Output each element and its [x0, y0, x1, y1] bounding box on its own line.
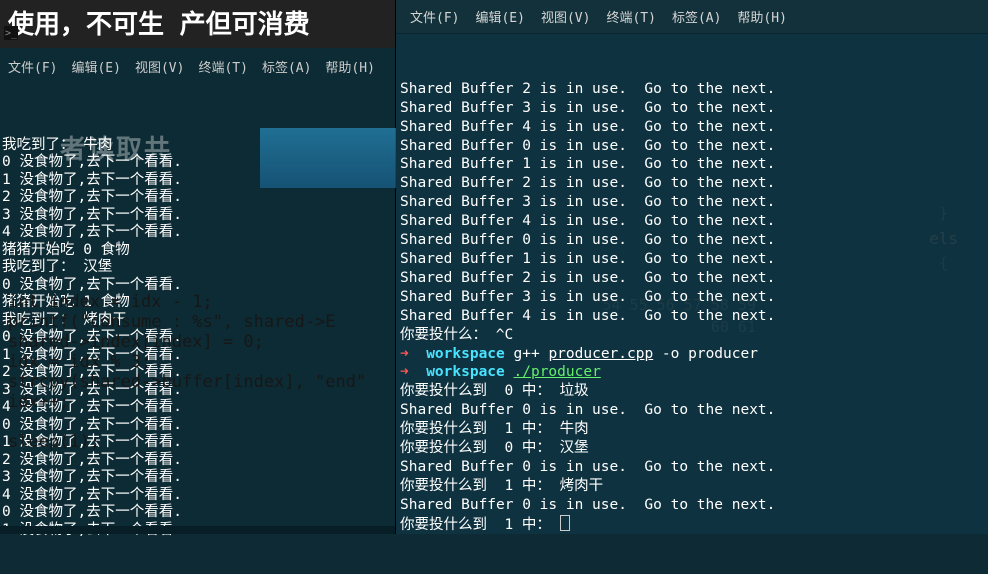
- terminal-line: 猪猪开始吃 0 食物: [2, 242, 393, 260]
- terminal-line: 3 没食物了,去下一个看看.: [2, 469, 393, 487]
- terminal-line: 你要投什么到 0 中： 汉堡: [400, 439, 984, 458]
- terminal-line: 你要投什么到 1 中： 牛肉: [400, 420, 984, 439]
- terminal-line: 3 没食物了,去下一个看看.: [2, 382, 393, 400]
- terminal-line: Shared Buffer 0 is in use. Go to the nex…: [400, 137, 984, 156]
- menu-terminal[interactable]: 终端(T): [198, 57, 247, 76]
- menu-file[interactable]: 文件(F): [8, 57, 57, 76]
- terminal-line: 你要投什么： ^C: [400, 326, 984, 345]
- menu-help[interactable]: 帮助(H): [325, 57, 374, 76]
- menu-view[interactable]: 视图(V): [135, 57, 184, 76]
- terminal-line: 2 没食物了,去下一个看看.: [2, 364, 393, 382]
- terminal-line: Shared Buffer 2 is in use. Go to the nex…: [400, 174, 984, 193]
- terminal-line: 猪猪开始吃 1 食物: [2, 294, 393, 312]
- prompt-cwd: workspace: [426, 364, 505, 380]
- terminal-line: Shared Buffer 4 is in use. Go to the nex…: [400, 118, 984, 137]
- left-terminal-body[interactable]: 者读取共 int index = idx - 1; printf("consum…: [0, 80, 395, 534]
- right-terminal-window: 文件(F) 编辑(E) 视图(V) 终端(T) 标签(A) 帮助(H) } el…: [396, 0, 988, 534]
- terminal-line: Shared Buffer 2 is in use. Go to the nex…: [400, 269, 984, 288]
- terminal-line: 4 没食物了,去下一个看看.: [2, 487, 393, 505]
- terminal-line: 1 没食物了,去下一个看看.: [2, 347, 393, 365]
- terminal-line: 0 没食物了,去下一个看看.: [2, 504, 393, 522]
- background-window-title: 使用，不可生 产但可消费: [0, 0, 395, 48]
- terminal-line: 我吃到了： 牛肉: [2, 137, 393, 155]
- terminal-line: Shared Buffer 0 is in use. Go to the nex…: [400, 496, 984, 515]
- terminal-line: 2 没食物了,去下一个看看.: [2, 189, 393, 207]
- terminal-line: Shared Buffer 4 is in use. Go to the nex…: [400, 307, 984, 326]
- terminal-line: 1 没食物了,去下一个看看.: [2, 172, 393, 190]
- terminal-line: Shared Buffer 3 is in use. Go to the nex…: [400, 99, 984, 118]
- terminal-line: 1 没食物了,去下一个看看.: [2, 434, 393, 452]
- terminal-line: Shared Buffer 1 is in use. Go to the nex…: [400, 250, 984, 269]
- terminal-line: Shared Buffer 4 is in use. Go to the nex…: [400, 212, 984, 231]
- prompt-command: ./producer: [514, 364, 601, 380]
- terminal-icon: >_: [4, 26, 18, 40]
- terminal-line: 0 没食物了,去下一个看看.: [2, 154, 393, 172]
- terminal-line: 3 没食物了,去下一个看看.: [2, 207, 393, 225]
- terminal-line: 0 没食物了,去下一个看看.: [2, 329, 393, 347]
- terminal-line: 0 没食物了,去下一个看看.: [2, 417, 393, 435]
- terminal-line: 2 没食物了,去下一个看看.: [2, 452, 393, 470]
- terminal-line: ➜ workspace g++ producer.cpp -o producer: [400, 345, 984, 364]
- menu-terminal[interactable]: 终端(T): [606, 7, 655, 26]
- terminal-line: 我吃到了： 汉堡: [2, 259, 393, 277]
- menu-tabs[interactable]: 标签(A): [262, 57, 311, 76]
- right-terminal-output: Shared Buffer 2 is in use. Go to the nex…: [400, 80, 984, 535]
- terminal-line: Shared Buffer 0 is in use. Go to the nex…: [400, 231, 984, 250]
- terminal-line: Shared Buffer 1 is in use. Go to the nex…: [400, 155, 984, 174]
- terminal-line: Shared Buffer 3 is in use. Go to the nex…: [400, 193, 984, 212]
- terminal-line: Shared Buffer 3 is in use. Go to the nex…: [400, 288, 984, 307]
- right-terminal-body[interactable]: Shared Buffer 2 is in use. Go to the nex…: [396, 36, 988, 534]
- left-menu-bar: 文件(F) 编辑(E) 视图(V) 终端(T) 标签(A) 帮助(H): [0, 54, 395, 78]
- menu-edit[interactable]: 编辑(E): [71, 57, 120, 76]
- terminal-line: 0 没食物了,去下一个看看.: [2, 277, 393, 295]
- terminal-line: ➜ workspace ./producer: [400, 363, 984, 382]
- menu-help[interactable]: 帮助(H): [737, 7, 786, 26]
- terminal-line: 你要投什么到 0 中： 垃圾: [400, 382, 984, 401]
- terminal-line: Shared Buffer 0 is in use. Go to the nex…: [400, 458, 984, 477]
- left-terminal-window: 使用，不可生 产但可消费 >_ 文件(F) 编辑(E) 视图(V) 终端(T) …: [0, 0, 396, 534]
- terminal-line: 我吃到了： 烤肉干: [2, 312, 393, 330]
- terminal-line: Shared Buffer 2 is in use. Go to the nex…: [400, 80, 984, 99]
- prompt-command: g++ producer.cpp -o producer: [514, 346, 758, 362]
- menu-file[interactable]: 文件(F): [410, 7, 459, 26]
- prompt-arrow-icon: ➜: [400, 364, 426, 380]
- left-terminal-output: 我吃到了： 牛肉0 没食物了,去下一个看看.1 没食物了,去下一个看看.2 没食…: [2, 137, 393, 540]
- cursor-icon: [560, 515, 570, 531]
- prompt-cwd: workspace: [426, 346, 505, 362]
- terminal-line: 4 没食物了,去下一个看看.: [2, 399, 393, 417]
- terminal-line: 4 没食物了,去下一个看看.: [2, 224, 393, 242]
- terminal-line: 你要投什么到 1 中： 烤肉干: [400, 477, 984, 496]
- menu-view[interactable]: 视图(V): [541, 7, 590, 26]
- terminal-line: Shared Buffer 0 is in use. Go to the nex…: [400, 401, 984, 420]
- prompt-arrow-icon: ➜: [400, 346, 426, 362]
- menu-edit[interactable]: 编辑(E): [475, 7, 524, 26]
- right-menu-bar: 文件(F) 编辑(E) 视图(V) 终端(T) 标签(A) 帮助(H): [396, 0, 988, 34]
- terminal-line: 你要投什么到 1 中：: [400, 515, 984, 535]
- menu-tabs[interactable]: 标签(A): [672, 7, 721, 26]
- left-bottom-border: [0, 526, 395, 534]
